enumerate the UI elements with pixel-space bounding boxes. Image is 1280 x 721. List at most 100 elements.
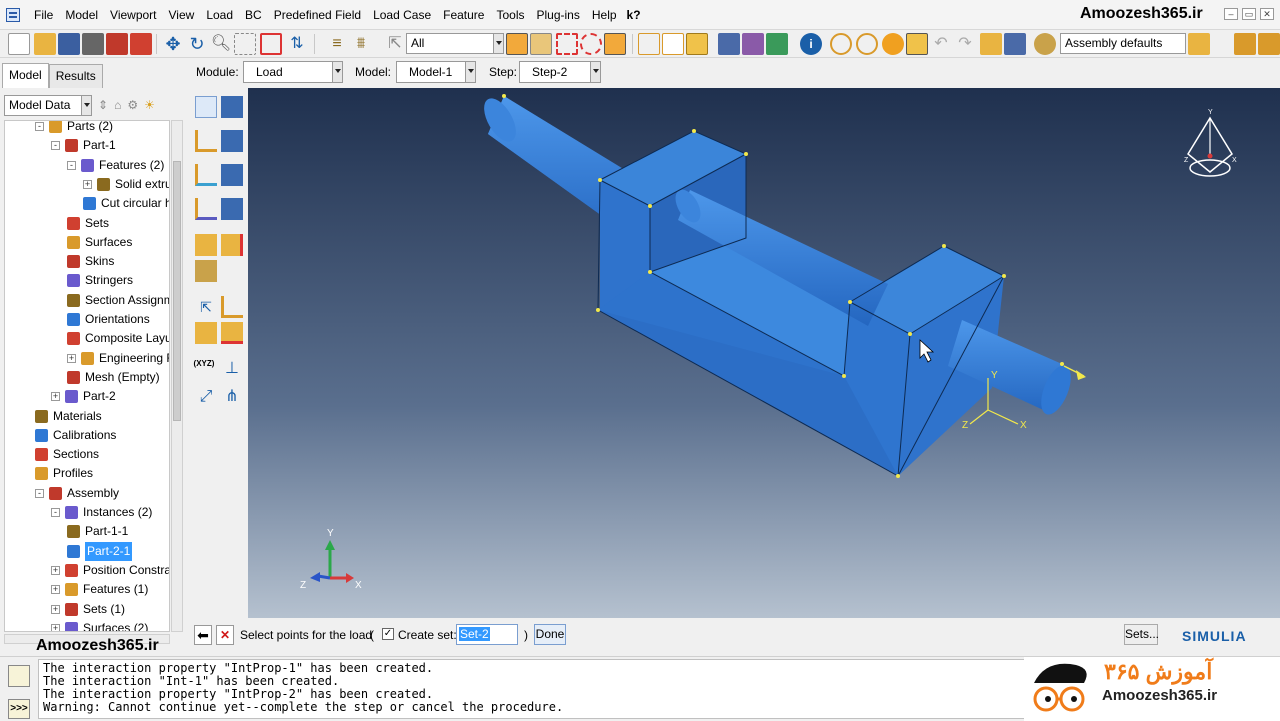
menu-load[interactable]: Load bbox=[200, 8, 239, 22]
create-csys-icon[interactable]: ⊥ bbox=[221, 358, 243, 380]
highlight-icon[interactable] bbox=[604, 33, 626, 55]
color-palette-icon[interactable] bbox=[1034, 33, 1056, 55]
rotate-icon[interactable]: ↻ bbox=[186, 33, 208, 55]
shaded-icon[interactable] bbox=[686, 33, 708, 55]
model-data-select[interactable]: Model Data bbox=[4, 94, 92, 116]
tree-item[interactable]: + Features (1) bbox=[51, 580, 148, 599]
tree-item[interactable]: + Surfaces (2) bbox=[51, 619, 148, 631]
set-name-input[interactable]: Set-2 bbox=[456, 624, 518, 645]
selection-arrow-icon[interactable]: ⇱ bbox=[384, 33, 406, 55]
tree-item[interactable]: Sections bbox=[35, 445, 99, 464]
open-folder-icon[interactable] bbox=[34, 33, 56, 55]
tree-item[interactable]: + Sets (1) bbox=[51, 600, 125, 619]
model-select[interactable]: Model-1 bbox=[396, 61, 476, 83]
bc-manager-icon[interactable] bbox=[221, 130, 243, 152]
create-set-checkbox[interactable]: ✓ bbox=[382, 628, 394, 640]
viewport-canvas[interactable]: Y X Z Y X Z Y X Z bbox=[248, 88, 1280, 618]
cancel-x-icon[interactable]: ✕ bbox=[216, 625, 234, 645]
done-button[interactable]: Done bbox=[534, 624, 566, 645]
expand-icon[interactable]: + bbox=[51, 565, 60, 575]
tree-item[interactable]: Orientations bbox=[67, 310, 150, 329]
job-submit-icon[interactable] bbox=[106, 33, 128, 55]
tree-item[interactable]: Part-2-1 bbox=[67, 541, 133, 561]
tree-item[interactable]: - Assembly bbox=[35, 484, 119, 503]
load-case-manager-icon[interactable] bbox=[221, 198, 243, 220]
menu-help[interactable]: Help bbox=[586, 8, 623, 22]
collapse-icon[interactable]: - bbox=[35, 122, 44, 131]
box-zoom-icon[interactable] bbox=[234, 33, 256, 55]
tab-results[interactable]: Results bbox=[48, 64, 103, 88]
create-amplitude-icon[interactable] bbox=[221, 296, 243, 318]
color-mapping-icon[interactable] bbox=[1188, 33, 1210, 55]
menu-load-case[interactable]: Load Case bbox=[367, 8, 437, 22]
tree-item[interactable]: + Solid extrude-1 bbox=[83, 175, 169, 194]
tree-item[interactable]: + Position Constraints bbox=[51, 561, 169, 580]
display-group-icon[interactable] bbox=[980, 33, 1002, 55]
menu-view[interactable]: View bbox=[163, 8, 201, 22]
create-datum-point-icon[interactable]: ⇱ bbox=[195, 296, 217, 318]
sort-arrows-icon[interactable]: ⇕ bbox=[98, 98, 108, 112]
query-icon[interactable]: ≡ bbox=[326, 33, 348, 55]
expand-icon[interactable]: + bbox=[51, 585, 60, 595]
tree-item[interactable]: Cut circular hole bbox=[83, 194, 169, 213]
tree-item[interactable]: Section Assignments bbox=[67, 291, 169, 310]
expand-icon[interactable]: + bbox=[51, 604, 60, 614]
collapse-icon[interactable]: - bbox=[51, 141, 60, 151]
tree-item[interactable]: - Part-1 bbox=[51, 136, 116, 155]
info-icon[interactable]: i bbox=[800, 33, 822, 55]
load-manager-icon[interactable] bbox=[221, 96, 243, 118]
create-set-icon[interactable] bbox=[195, 234, 217, 256]
minimize-icon[interactable]: – bbox=[1224, 8, 1238, 20]
display-options-icon[interactable] bbox=[1004, 33, 1026, 55]
magnify-icon[interactable]: 🔍︎ bbox=[210, 33, 232, 55]
tree-item[interactable]: Composite Layups bbox=[67, 329, 169, 348]
tree-toggle-icon[interactable] bbox=[1234, 33, 1256, 55]
tree-item[interactable]: Part-1-1 bbox=[67, 522, 128, 541]
wireframe-icon[interactable] bbox=[638, 33, 660, 55]
edit-display-icon[interactable] bbox=[906, 33, 928, 55]
menu-viewport[interactable]: Viewport bbox=[104, 8, 162, 22]
create-surface-icon[interactable] bbox=[195, 260, 217, 282]
render-style-select[interactable]: Assembly defaults bbox=[1060, 33, 1186, 54]
graphics-viewport[interactable]: Y X Z Y X Z Y X Z bbox=[248, 88, 1280, 618]
predefined-field-manager-icon[interactable] bbox=[221, 164, 243, 186]
tree-item[interactable]: Materials bbox=[35, 407, 102, 426]
tree-scrollbar-thumb[interactable] bbox=[173, 161, 181, 421]
python-console-icon[interactable]: >>> bbox=[8, 699, 30, 719]
create-discrete-field-icon[interactable] bbox=[221, 322, 243, 344]
tree-item[interactable]: Sets bbox=[67, 214, 109, 233]
cut-off-icon[interactable] bbox=[830, 33, 852, 55]
collapse-icon[interactable]: - bbox=[67, 160, 76, 170]
layout-icon[interactable] bbox=[1258, 33, 1280, 55]
tree-item[interactable]: - Instances (2) bbox=[51, 503, 152, 522]
expand-icon[interactable]: + bbox=[51, 392, 60, 402]
cycle-views-icon[interactable]: ⇅ bbox=[286, 33, 308, 55]
undo-icon[interactable]: ↶ bbox=[930, 33, 952, 55]
tree-scrollbar[interactable] bbox=[171, 120, 183, 632]
print-icon[interactable] bbox=[82, 33, 104, 55]
tree-item[interactable]: Surfaces bbox=[67, 233, 132, 252]
selection-filter-select[interactable]: All bbox=[406, 33, 504, 54]
filter-tree-icon[interactable]: ⚙︎ bbox=[127, 98, 138, 112]
create-predefined-field-icon[interactable] bbox=[195, 164, 217, 186]
sets-button[interactable]: Sets... bbox=[1124, 624, 1159, 645]
tree-item[interactable]: Skins bbox=[67, 252, 114, 271]
save-icon[interactable] bbox=[58, 33, 80, 55]
selection-options-icon[interactable] bbox=[580, 33, 602, 55]
drag-shape-icon[interactable] bbox=[556, 33, 578, 55]
collapse-tree-icon[interactable]: ⌂ bbox=[114, 98, 121, 112]
module-select[interactable]: Load bbox=[243, 61, 343, 83]
redo-icon[interactable]: ↷ bbox=[954, 33, 976, 55]
step-select[interactable]: Step-2 bbox=[519, 61, 601, 83]
measure-icon[interactable]: ⩩ bbox=[350, 33, 372, 55]
auto-fit-icon[interactable] bbox=[260, 33, 282, 55]
select-from-viewport-icon[interactable] bbox=[506, 33, 528, 55]
collapse-icon[interactable]: - bbox=[35, 488, 44, 498]
cut-on-icon[interactable] bbox=[856, 33, 878, 55]
color-code-icon[interactable] bbox=[882, 33, 904, 55]
tree-item[interactable]: Mesh (Empty) bbox=[67, 368, 160, 387]
tree-item[interactable]: Profiles bbox=[35, 464, 93, 483]
pan-icon[interactable]: ✥ bbox=[162, 33, 184, 55]
tree-item[interactable]: Calibrations bbox=[35, 426, 116, 445]
menu-tools[interactable]: Tools bbox=[490, 8, 530, 22]
